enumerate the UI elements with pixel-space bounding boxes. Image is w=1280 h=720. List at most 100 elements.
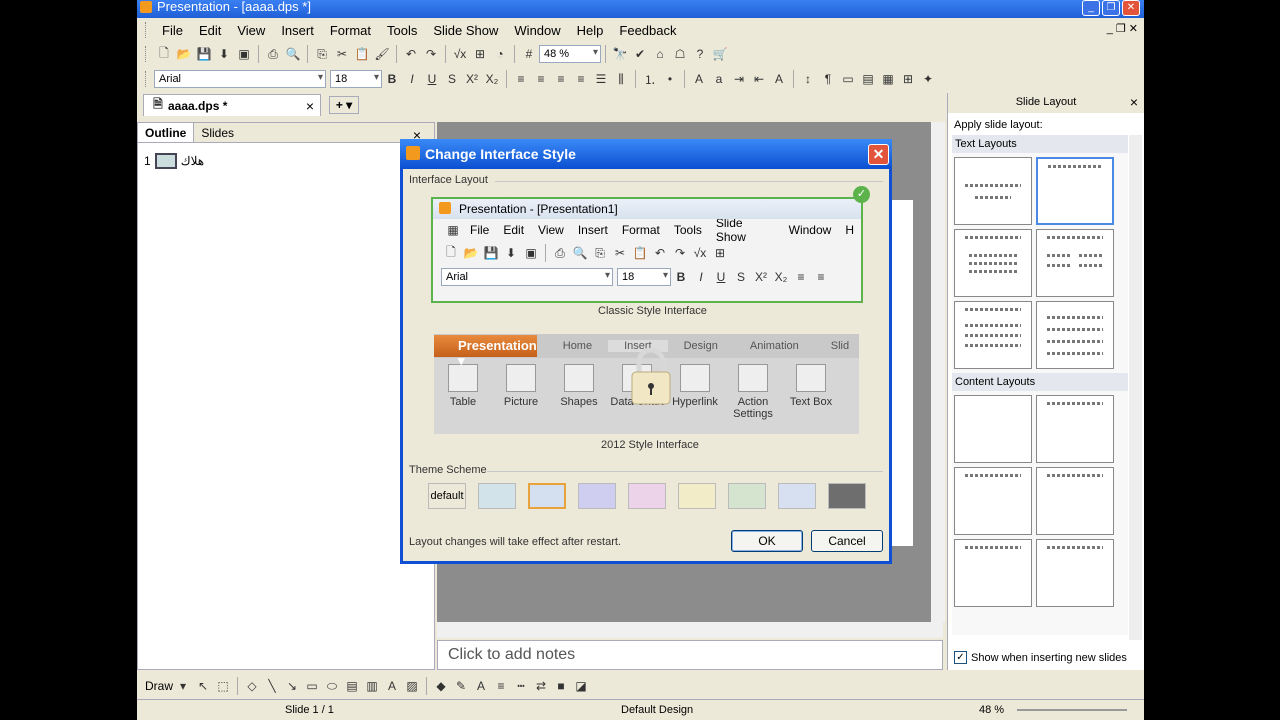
close-tab-icon[interactable]: × [306, 98, 314, 114]
layout-vertical-text[interactable] [954, 301, 1032, 369]
draw-menu[interactable]: Draw [145, 679, 173, 693]
italic-icon[interactable]: I [404, 71, 420, 87]
new-icon[interactable]: 🗋 [156, 46, 172, 62]
templates-icon[interactable]: ☖ [672, 46, 688, 62]
layout-title-content[interactable] [954, 467, 1032, 535]
menu-slide-show[interactable]: Slide Show [425, 23, 506, 38]
font-combo[interactable]: Arial [154, 70, 326, 88]
textbox-icon[interactable]: ▤ [344, 678, 360, 694]
align-left-icon[interactable]: ≡ [513, 71, 529, 87]
layout-title-four-content[interactable] [1036, 539, 1114, 607]
close-window-button[interactable]: ✕ [1122, 0, 1140, 16]
bullets-icon[interactable]: • [662, 71, 678, 87]
spellcheck-icon[interactable]: ✔ [632, 46, 648, 62]
minimize-button[interactable]: _ [1082, 0, 1100, 16]
layout-title-text[interactable] [954, 229, 1032, 297]
line-style-icon[interactable]: ≡ [493, 678, 509, 694]
home-icon[interactable]: ⌂ [652, 46, 668, 62]
layout-two-content[interactable] [1036, 467, 1114, 535]
horizontal-scrollbar[interactable] [437, 622, 943, 638]
formula-icon[interactable]: √x [452, 46, 468, 62]
vertical-scrollbar[interactable] [931, 122, 945, 622]
tab-slides[interactable]: Slides [194, 123, 241, 142]
zoom-combo[interactable]: 48 % [539, 45, 601, 63]
align-right-icon[interactable]: ≡ [553, 71, 569, 87]
copy-icon[interactable]: ⎘ [314, 46, 330, 62]
theme-swatch[interactable] [678, 483, 716, 509]
indent-decrease-icon[interactable]: ⇤ [751, 71, 767, 87]
underline-icon[interactable]: U [424, 71, 440, 87]
doc-window-controls[interactable]: _ ❐ ✕ [1107, 22, 1138, 35]
autoshapes-icon[interactable]: ◇ [244, 678, 260, 694]
menu-help[interactable]: Help [569, 23, 612, 38]
line-color-icon[interactable]: ✎ [453, 678, 469, 694]
cart-icon[interactable]: 🛒 [712, 46, 728, 62]
menu-file[interactable]: File [154, 23, 191, 38]
task-pane-title[interactable]: Slide Layout [1016, 96, 1077, 108]
3d-style-icon[interactable]: ◪ [573, 678, 589, 694]
ellipse-icon[interactable]: ⬭ [324, 678, 340, 694]
paragraph-icon[interactable]: ¶ [820, 71, 836, 87]
shrink-font-icon[interactable]: a [711, 71, 727, 87]
export-icon[interactable]: ⬇ [216, 46, 232, 62]
paste-icon[interactable]: 📋 [354, 46, 370, 62]
arrow-style-icon[interactable]: ⇄ [533, 678, 549, 694]
cancel-button[interactable]: Cancel [811, 530, 883, 552]
pdf-icon[interactable]: ▣ [236, 46, 252, 62]
picture-icon[interactable]: ▨ [404, 678, 420, 694]
save-icon[interactable]: 💾 [196, 46, 212, 62]
dialog-close-button[interactable]: ✕ [868, 144, 889, 165]
chart-icon[interactable]: ◔ [492, 46, 508, 62]
menu-format[interactable]: Format [322, 23, 379, 38]
grid-icon[interactable]: # [521, 46, 537, 62]
indent-increase-icon[interactable]: ⇥ [731, 71, 747, 87]
theme-swatch[interactable] [628, 483, 666, 509]
table-grid-icon[interactable]: ⊞ [900, 71, 916, 87]
layout-vertical-title-text[interactable] [1036, 301, 1114, 369]
rectangle-icon[interactable]: ▭ [304, 678, 320, 694]
justify-icon[interactable]: ≡ [573, 71, 589, 87]
grow-font-icon[interactable]: A [691, 71, 707, 87]
menu-window[interactable]: Window [506, 23, 568, 38]
menu-tools[interactable]: Tools [379, 23, 425, 38]
line-spacing-icon[interactable]: ↕ [800, 71, 816, 87]
layout-title-slide[interactable] [954, 157, 1032, 225]
theme-swatch[interactable] [828, 483, 866, 509]
theme-swatch-selected[interactable] [528, 483, 566, 509]
menu-edit[interactable]: Edit [191, 23, 229, 38]
layout-title-only[interactable] [1036, 157, 1114, 225]
layout-content[interactable] [1036, 395, 1114, 463]
fill-color-icon[interactable]: ◆ [433, 678, 449, 694]
help-icon[interactable]: ? [692, 46, 708, 62]
subscript-icon[interactable]: X₂ [484, 71, 500, 87]
bold-icon[interactable]: B [384, 71, 400, 87]
print-icon[interactable]: ⎙ [265, 46, 281, 62]
vertical-textbox-icon[interactable]: ▥ [364, 678, 380, 694]
distribute-icon[interactable]: ☰ [593, 71, 609, 87]
font-color-icon[interactable]: A [771, 71, 787, 87]
align-center-icon[interactable]: ≡ [533, 71, 549, 87]
theme-swatch[interactable] [778, 483, 816, 509]
menu-insert[interactable]: Insert [273, 23, 322, 38]
zoom-slider[interactable] [1017, 709, 1127, 711]
table-icon[interactable]: ⊞ [472, 46, 488, 62]
shadow-style-icon[interactable]: ■ [553, 678, 569, 694]
open-icon[interactable]: 📂 [176, 46, 192, 62]
outline-row[interactable]: 1 هلاك [144, 153, 204, 169]
line-icon[interactable]: ╲ [264, 678, 280, 694]
layout-two-column-text[interactable] [1036, 229, 1114, 297]
layout-blank[interactable] [954, 395, 1032, 463]
classic-style-option[interactable]: Presentation - [Presentation1] ▦ File Ed… [431, 197, 863, 303]
format-painter-icon[interactable]: 🖌 [374, 46, 390, 62]
close-task-pane-icon[interactable]: × [1130, 94, 1138, 110]
new-tab-button[interactable]: + ▾ [329, 96, 359, 114]
columns-icon[interactable]: ⫼ [613, 71, 629, 87]
animation-icon[interactable]: ✦ [920, 71, 936, 87]
undo-icon[interactable]: ↶ [403, 46, 419, 62]
menu-feedback[interactable]: Feedback [611, 23, 684, 38]
design-icon[interactable]: ▤ [860, 71, 876, 87]
numbering-icon[interactable]: ⒈ [642, 71, 658, 87]
select-objects-icon[interactable]: ⬚ [215, 678, 231, 694]
theme-swatch[interactable] [478, 483, 516, 509]
show-when-inserting[interactable]: ✓ Show when inserting new slides [954, 651, 1127, 664]
